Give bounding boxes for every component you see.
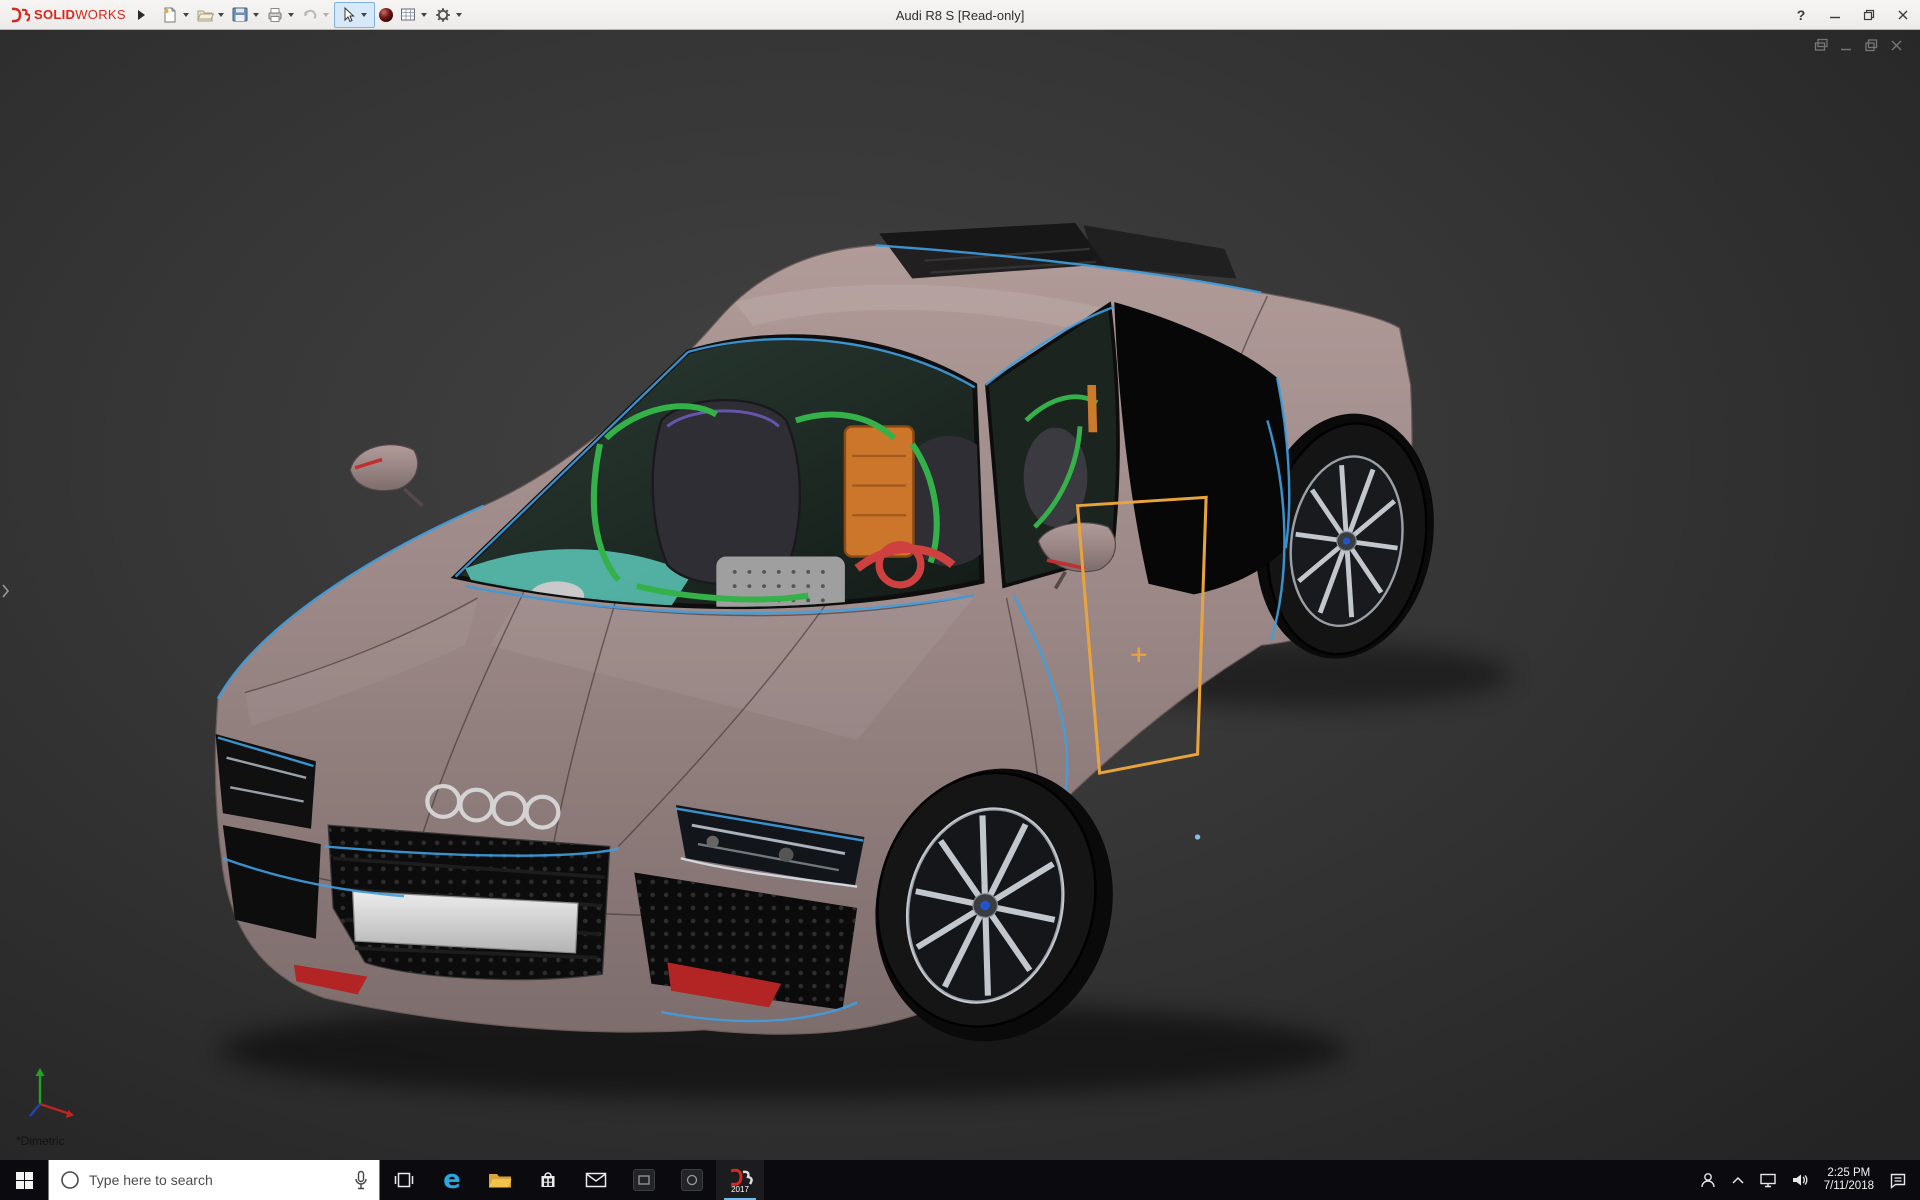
new-document-icon	[164, 7, 176, 22]
help-button[interactable]: ?	[1784, 0, 1818, 30]
solidworks-logo: SOLIDWORKS	[0, 6, 132, 24]
ds-logo-icon	[11, 7, 30, 22]
minimize-button[interactable]	[1818, 0, 1852, 30]
windows-taskbar: e 2017	[0, 1160, 1920, 1200]
solidworks-app-icon: 2017	[730, 1168, 753, 1193]
volume-icon	[1792, 1174, 1808, 1186]
chevron-up-icon	[1732, 1176, 1744, 1184]
doc-minimize-icon[interactable]	[1839, 38, 1854, 53]
orientation-triad	[29, 1068, 74, 1118]
open-dropdown[interactable]	[217, 12, 224, 17]
print-icon	[268, 7, 282, 22]
edge-icon: e	[443, 1165, 461, 1195]
open-button[interactable]	[194, 3, 216, 27]
car-3d-model[interactable]	[0, 30, 1920, 1160]
network-icon	[1759, 1173, 1776, 1188]
view-orientation-label: *Dimetric	[16, 1134, 65, 1148]
taskbar-app-mail[interactable]	[572, 1160, 620, 1200]
start-button[interactable]	[0, 1160, 48, 1200]
doc-restore-icon[interactable]	[1864, 38, 1879, 53]
store-icon	[541, 1172, 555, 1187]
document-window-controls	[1814, 38, 1904, 53]
search-input[interactable]	[89, 1172, 343, 1188]
network-button[interactable]	[1752, 1160, 1784, 1200]
hidden-icons-button[interactable]	[1724, 1160, 1752, 1200]
taskbar-app-pinned-2[interactable]	[668, 1160, 716, 1200]
undo-dropdown[interactable]	[322, 12, 329, 17]
panel-expand-arrow-icon	[2, 584, 10, 598]
pinned-app-icon-2	[681, 1169, 703, 1191]
pinned-app-icon-1	[633, 1169, 655, 1191]
open-folder-icon	[197, 10, 214, 21]
doc-new-window-icon[interactable]	[1814, 38, 1829, 53]
taskbar-app-pinned-1[interactable]	[620, 1160, 668, 1200]
close-icon	[1898, 10, 1908, 19]
options-button[interactable]	[432, 3, 454, 27]
minimize-icon	[1830, 16, 1840, 18]
graphics-viewport[interactable]: *Dimetric	[0, 30, 1920, 1160]
save-button[interactable]	[229, 3, 251, 27]
select-tool-active	[333, 1, 375, 28]
options-gear-icon	[436, 7, 450, 22]
select-tool-dropdown[interactable]	[360, 12, 367, 17]
close-button[interactable]	[1886, 0, 1920, 30]
menu-flyout-arrow[interactable]	[137, 9, 145, 20]
system-tray: 2:25 PM 7/11/2018	[1692, 1160, 1920, 1200]
taskbar-app-solidworks[interactable]: 2017	[716, 1160, 764, 1200]
select-arrow-icon	[344, 6, 355, 22]
taskbar-app-file-explorer[interactable]	[476, 1160, 524, 1200]
taskbar-search[interactable]	[48, 1160, 380, 1200]
brand-name-bold: SOLID	[34, 6, 76, 22]
appearance-sphere-icon	[378, 7, 393, 22]
save-icon	[232, 7, 248, 21]
taskbar-clock[interactable]: 2:25 PM 7/11/2018	[1816, 1167, 1882, 1193]
appearance-button[interactable]	[375, 3, 397, 27]
origin-point	[1194, 834, 1201, 840]
restore-icon	[1863, 9, 1875, 20]
mail-icon	[585, 1172, 607, 1188]
brand-name-light: WORKS	[75, 6, 126, 22]
people-button[interactable]	[1692, 1160, 1724, 1200]
feature-panel-handle[interactable]	[0, 578, 10, 604]
task-view-icon	[394, 1172, 414, 1188]
new-document-dropdown[interactable]	[182, 12, 189, 17]
clock-time: 2:25 PM	[1827, 1167, 1871, 1179]
design-table-icon	[400, 8, 415, 20]
solidworks-year-label: 2017	[731, 1185, 749, 1193]
design-table-button[interactable]	[397, 3, 419, 27]
document-title: Audi R8 S [Read-only]	[895, 7, 1025, 23]
print-dropdown[interactable]	[287, 12, 294, 17]
cortana-icon	[61, 1171, 79, 1189]
print-button[interactable]	[264, 3, 286, 27]
options-dropdown[interactable]	[455, 12, 462, 17]
undo-icon	[303, 9, 317, 19]
maximize-button[interactable]	[1852, 0, 1886, 30]
taskbar-app-edge[interactable]: e	[428, 1160, 476, 1200]
save-dropdown[interactable]	[252, 12, 259, 17]
clock-date: 7/11/2018	[1823, 1180, 1874, 1192]
taskbar-app-store[interactable]	[524, 1160, 572, 1200]
volume-button[interactable]	[1784, 1160, 1816, 1200]
doc-close-icon[interactable]	[1889, 38, 1904, 53]
select-tool-button[interactable]	[337, 3, 359, 27]
new-document-button[interactable]	[159, 3, 181, 27]
undo-button[interactable]	[299, 3, 321, 27]
microphone-icon[interactable]	[353, 1170, 369, 1190]
task-view-button[interactable]	[380, 1160, 428, 1200]
file-explorer-icon	[489, 1174, 512, 1188]
windows-logo-icon	[15, 1171, 33, 1189]
design-table-dropdown[interactable]	[420, 12, 427, 17]
people-icon	[1700, 1173, 1715, 1188]
action-center-icon	[1890, 1173, 1906, 1189]
titlebar: SOLIDWORKS Audi R8 S [Read-only] ?	[0, 0, 1920, 30]
action-center-button[interactable]	[1882, 1160, 1914, 1200]
